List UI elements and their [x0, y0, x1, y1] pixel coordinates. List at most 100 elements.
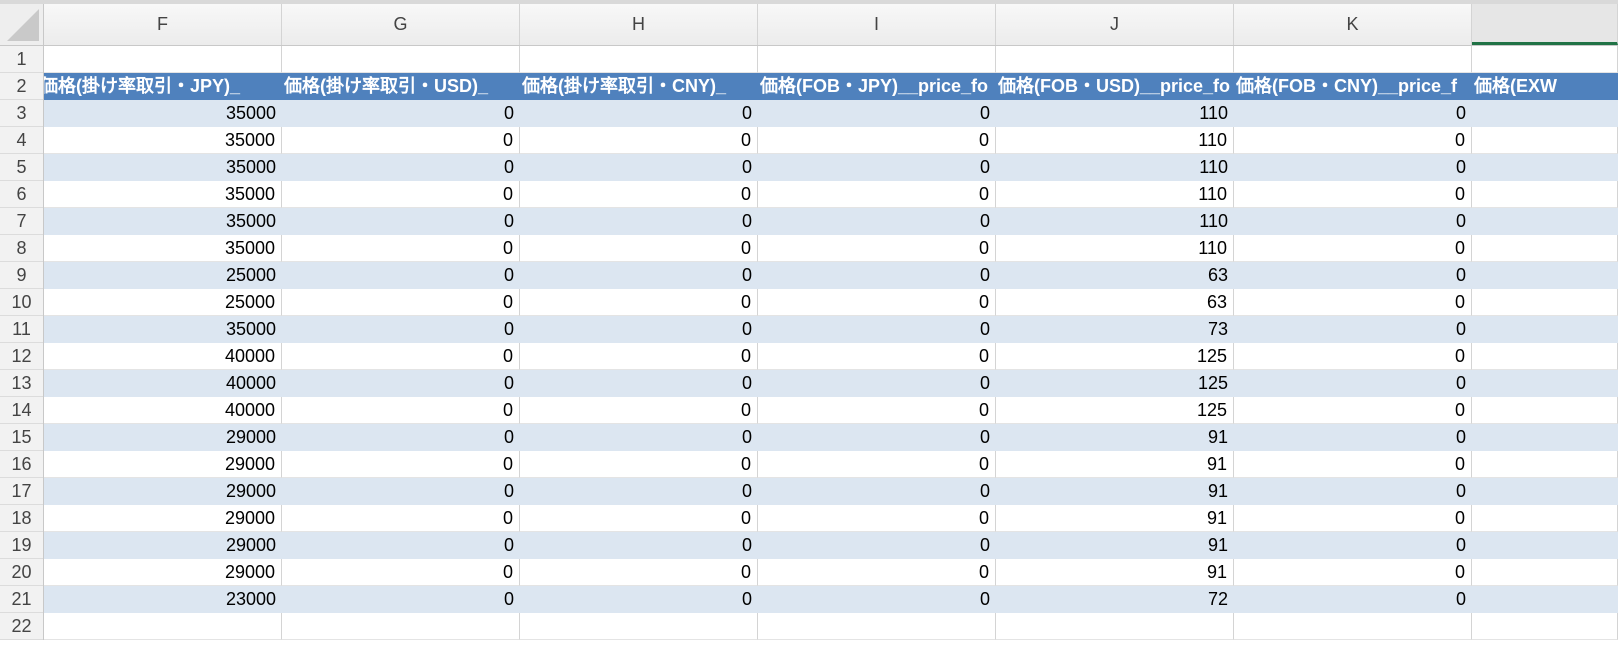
- row-header-7[interactable]: 7: [0, 208, 43, 235]
- cell[interactable]: 0: [282, 208, 520, 235]
- cell[interactable]: 0: [1234, 181, 1472, 208]
- cell[interactable]: 0: [520, 451, 758, 478]
- cell[interactable]: [758, 613, 996, 640]
- cell[interactable]: 0: [520, 586, 758, 613]
- cell[interactable]: 0: [282, 397, 520, 424]
- cell[interactable]: 価格(掛け率取引・JPY)_: [44, 73, 282, 100]
- cell[interactable]: [1472, 532, 1618, 559]
- cell[interactable]: 0: [520, 127, 758, 154]
- cell[interactable]: [1472, 154, 1618, 181]
- cell[interactable]: 125: [996, 397, 1234, 424]
- row-header-21[interactable]: 21: [0, 586, 43, 613]
- cell[interactable]: 0: [282, 532, 520, 559]
- cell[interactable]: 25000: [44, 289, 282, 316]
- cell[interactable]: 0: [1234, 505, 1472, 532]
- cell[interactable]: 価格(掛け率取引・USD)_: [282, 73, 520, 100]
- cell[interactable]: [282, 46, 520, 73]
- cell[interactable]: 0: [282, 478, 520, 505]
- cell[interactable]: 0: [520, 208, 758, 235]
- cell[interactable]: 25000: [44, 262, 282, 289]
- cell[interactable]: 0: [758, 289, 996, 316]
- cell[interactable]: 0: [520, 370, 758, 397]
- cell[interactable]: [1234, 613, 1472, 640]
- cell[interactable]: 91: [996, 559, 1234, 586]
- cell[interactable]: [520, 46, 758, 73]
- column-header-j[interactable]: J: [996, 4, 1234, 45]
- cell[interactable]: [996, 46, 1234, 73]
- row-header-17[interactable]: 17: [0, 478, 43, 505]
- cell[interactable]: 0: [1234, 208, 1472, 235]
- cell[interactable]: [996, 613, 1234, 640]
- cell[interactable]: [1472, 451, 1618, 478]
- cell[interactable]: [758, 46, 996, 73]
- column-header-f[interactable]: F: [44, 4, 282, 45]
- cell[interactable]: 価格(EXW: [1472, 73, 1618, 100]
- cell[interactable]: 91: [996, 451, 1234, 478]
- cell[interactable]: 35000: [44, 181, 282, 208]
- row-header-15[interactable]: 15: [0, 424, 43, 451]
- cell[interactable]: [1472, 262, 1618, 289]
- cell[interactable]: 110: [996, 208, 1234, 235]
- cell[interactable]: 40000: [44, 370, 282, 397]
- cell[interactable]: 0: [520, 532, 758, 559]
- cell[interactable]: [1472, 316, 1618, 343]
- cell[interactable]: 0: [758, 586, 996, 613]
- cell[interactable]: 0: [758, 316, 996, 343]
- cell[interactable]: 0: [520, 478, 758, 505]
- cell[interactable]: 0: [758, 343, 996, 370]
- row-header-6[interactable]: 6: [0, 181, 43, 208]
- row-header-19[interactable]: 19: [0, 532, 43, 559]
- cell[interactable]: 23000: [44, 586, 282, 613]
- column-header-h[interactable]: H: [520, 4, 758, 45]
- cell[interactable]: 29000: [44, 559, 282, 586]
- cell[interactable]: 0: [758, 208, 996, 235]
- cell[interactable]: 0: [1234, 397, 1472, 424]
- row-header-20[interactable]: 20: [0, 559, 43, 586]
- cell[interactable]: 110: [996, 235, 1234, 262]
- cell[interactable]: 0: [1234, 532, 1472, 559]
- row-header-1[interactable]: 1: [0, 46, 43, 73]
- cell[interactable]: 0: [282, 505, 520, 532]
- select-all-corner[interactable]: [0, 4, 44, 46]
- cell[interactable]: 0: [282, 181, 520, 208]
- cell[interactable]: [1472, 559, 1618, 586]
- row-header-22[interactable]: 22: [0, 613, 43, 640]
- cell[interactable]: [1472, 127, 1618, 154]
- cell[interactable]: 0: [282, 100, 520, 127]
- cell[interactable]: [1472, 235, 1618, 262]
- cell[interactable]: 35000: [44, 316, 282, 343]
- cell[interactable]: 0: [282, 424, 520, 451]
- cell[interactable]: 29000: [44, 424, 282, 451]
- cell[interactable]: 91: [996, 478, 1234, 505]
- cell[interactable]: 110: [996, 181, 1234, 208]
- cell[interactable]: 価格(FOB・USD)__price_fo: [996, 73, 1234, 100]
- cell[interactable]: 110: [996, 127, 1234, 154]
- cell[interactable]: 35000: [44, 100, 282, 127]
- cell[interactable]: [1472, 613, 1618, 640]
- cell[interactable]: 0: [758, 532, 996, 559]
- cell[interactable]: [1472, 586, 1618, 613]
- row-header-8[interactable]: 8: [0, 235, 43, 262]
- cell[interactable]: 0: [282, 586, 520, 613]
- cell[interactable]: 110: [996, 100, 1234, 127]
- cell[interactable]: [1234, 46, 1472, 73]
- cell[interactable]: 0: [520, 505, 758, 532]
- cell[interactable]: 0: [282, 235, 520, 262]
- row-header-11[interactable]: 11: [0, 316, 43, 343]
- cell[interactable]: 35000: [44, 154, 282, 181]
- cell[interactable]: 0: [758, 424, 996, 451]
- row-header-16[interactable]: 16: [0, 451, 43, 478]
- cell[interactable]: 73: [996, 316, 1234, 343]
- cell[interactable]: 0: [758, 262, 996, 289]
- cell[interactable]: 29000: [44, 505, 282, 532]
- cell[interactable]: [44, 613, 282, 640]
- cell[interactable]: 0: [520, 343, 758, 370]
- cell[interactable]: 40000: [44, 343, 282, 370]
- cell[interactable]: 0: [758, 478, 996, 505]
- cell[interactable]: 0: [1234, 343, 1472, 370]
- cell[interactable]: 0: [1234, 289, 1472, 316]
- column-header-i[interactable]: I: [758, 4, 996, 45]
- cell[interactable]: 0: [282, 127, 520, 154]
- cell[interactable]: [44, 46, 282, 73]
- cell[interactable]: 0: [1234, 127, 1472, 154]
